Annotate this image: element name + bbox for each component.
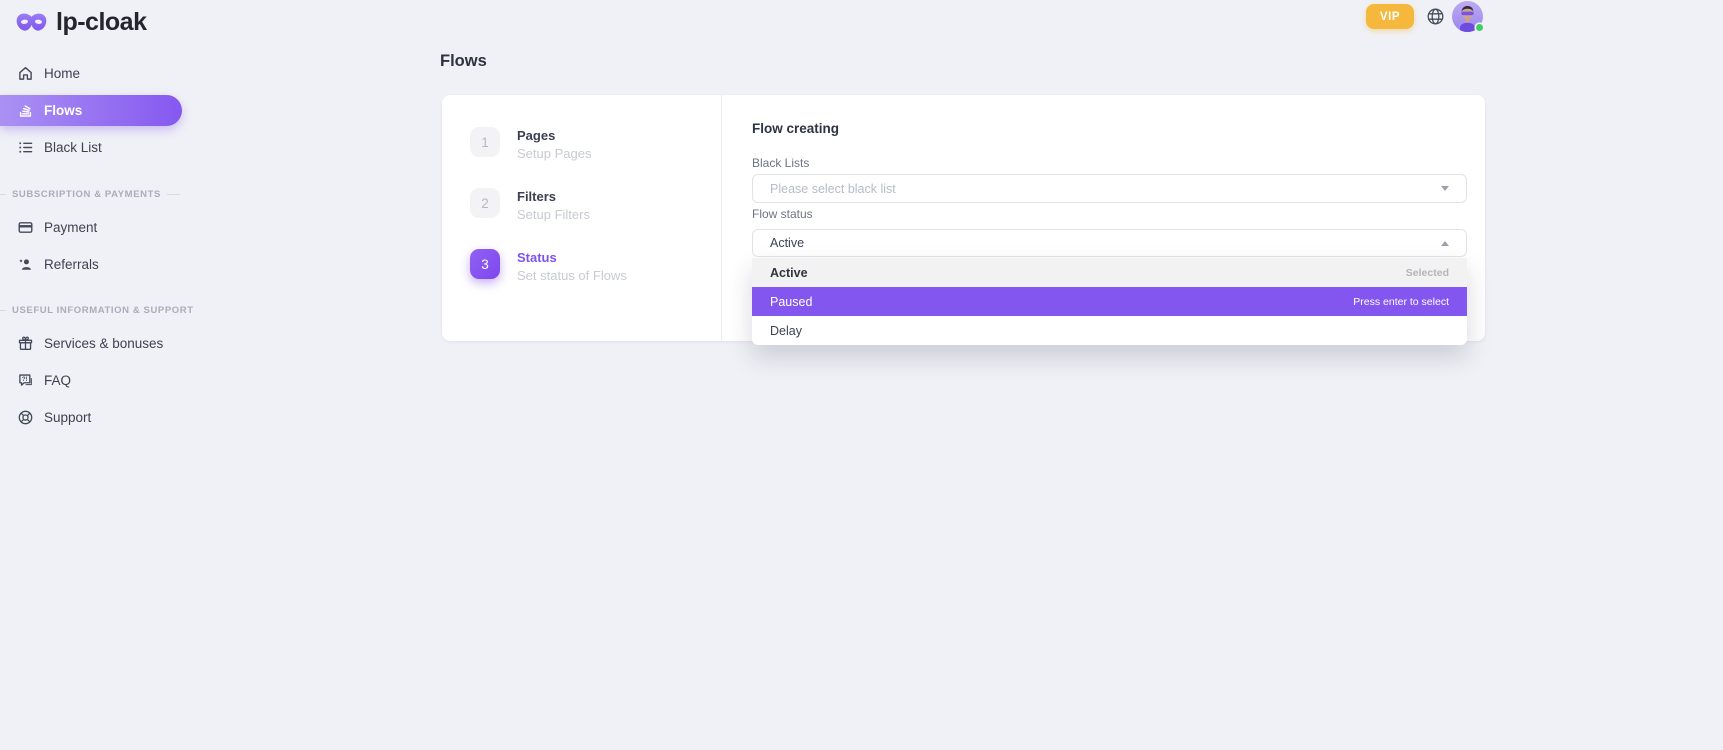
- step-title: Filters: [517, 188, 590, 204]
- sidebar-item-support[interactable]: Support: [0, 402, 182, 432]
- referrals-person-icon: [18, 257, 33, 272]
- step-number-badge: 2: [470, 188, 500, 218]
- page-title: Flows: [440, 52, 487, 71]
- chevron-down-icon: [1441, 186, 1449, 191]
- language-globe-icon[interactable]: [1427, 8, 1444, 25]
- sidebar-item-label: Payment: [44, 220, 97, 235]
- sidebar-item-label: Flows: [44, 103, 82, 118]
- sidebar-item-label: Support: [44, 410, 91, 425]
- sidebar-item-referrals[interactable]: Referrals: [0, 249, 182, 279]
- option-label: Delay: [770, 324, 802, 338]
- flows-stack-icon: [18, 103, 33, 118]
- sidebar-item-home[interactable]: Home: [0, 58, 182, 88]
- flow-status-value: Active: [770, 236, 1441, 250]
- chevron-up-icon: [1441, 241, 1449, 246]
- sidebar-item-services-bonuses[interactable]: Services & bonuses: [0, 328, 182, 358]
- credit-card-icon: [18, 220, 33, 235]
- step-title: Pages: [517, 127, 591, 143]
- option-label: Active: [770, 266, 808, 280]
- step-subtitle: Setup Filters: [517, 207, 590, 222]
- step-filters[interactable]: 2 Filters Setup Filters: [470, 188, 590, 222]
- sidebar-item-label: Services & bonuses: [44, 336, 163, 351]
- step-number-badge: 3: [470, 249, 500, 279]
- home-icon: [18, 66, 33, 81]
- sidebar-item-label: FAQ: [44, 373, 71, 388]
- sidebar-item-label: Home: [44, 66, 80, 81]
- svg-text:?!: ?!: [22, 376, 28, 383]
- option-hint: Press enter to select: [1353, 296, 1449, 308]
- sidebar-item-flows[interactable]: Flows: [0, 95, 182, 126]
- user-avatar[interactable]: [1452, 1, 1483, 32]
- black-lists-input[interactable]: [770, 182, 1441, 196]
- option-active[interactable]: Active Selected: [752, 258, 1467, 287]
- vip-button[interactable]: VIP: [1366, 4, 1414, 29]
- black-lists-select[interactable]: [752, 174, 1467, 203]
- online-status-dot: [1474, 22, 1485, 33]
- lifebuoy-icon: [18, 410, 33, 425]
- sidebar-item-faq[interactable]: ?! FAQ: [0, 365, 182, 395]
- section-label: SUBSCRIPTION & PAYMENTS: [12, 189, 161, 200]
- sidebar-item-label: Referrals: [44, 257, 99, 272]
- sidebar-item-label: Black List: [44, 140, 102, 155]
- sidebar: Home Flows Black List SUBSCRIPTION & PAY…: [0, 0, 182, 750]
- flow-status-label: Flow status: [752, 207, 813, 221]
- step-pages[interactable]: 1 Pages Setup Pages: [470, 127, 591, 161]
- option-hint: Selected: [1406, 267, 1449, 279]
- sidebar-section-subscription: SUBSCRIPTION & PAYMENTS: [0, 188, 182, 200]
- sidebar-item-black-list[interactable]: Black List: [0, 132, 182, 162]
- option-delay[interactable]: Delay: [752, 316, 1467, 345]
- step-title: Status: [517, 249, 627, 265]
- option-label: Paused: [770, 295, 812, 309]
- flow-status-select[interactable]: Active: [752, 229, 1467, 257]
- gift-icon: [18, 336, 33, 351]
- step-subtitle: Set status of Flows: [517, 268, 627, 283]
- vip-button-label: VIP: [1380, 11, 1400, 23]
- step-number-badge: 1: [470, 127, 500, 157]
- faq-bubble-icon: ?!: [18, 373, 33, 388]
- section-label: USEFUL INFORMATION & SUPPORT: [12, 305, 194, 316]
- black-lists-label: Black Lists: [752, 156, 809, 170]
- black-list-icon: [18, 140, 33, 155]
- card-divider: [721, 95, 722, 341]
- form-title: Flow creating: [752, 121, 839, 136]
- sidebar-section-support: USEFUL INFORMATION & SUPPORT: [0, 304, 182, 316]
- step-subtitle: Setup Pages: [517, 146, 591, 161]
- option-paused[interactable]: Paused Press enter to select: [752, 287, 1467, 316]
- step-status[interactable]: 3 Status Set status of Flows: [470, 249, 627, 283]
- sidebar-item-payment[interactable]: Payment: [0, 212, 182, 242]
- flow-status-dropdown: Active Selected Paused Press enter to se…: [752, 258, 1467, 345]
